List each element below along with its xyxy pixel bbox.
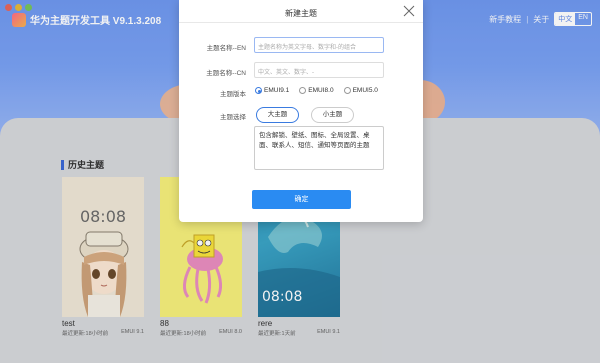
radio-icon: [343, 87, 351, 94]
version-option-emui80[interactable]: EMUI8.0: [299, 87, 334, 94]
version-option-emui50[interactable]: EMUI5.0: [343, 87, 378, 94]
version-option-emui91[interactable]: EMUI9.1: [255, 87, 289, 94]
small-theme-button[interactable]: 小主题: [311, 107, 354, 123]
version-label: 主题版本: [220, 91, 246, 98]
version-radio-group: EMUI9.1 EMUI8.0 EMUI5.0: [255, 87, 378, 94]
version-option-label: EMUI9.1: [264, 87, 290, 94]
close-icon[interactable]: [403, 5, 415, 17]
dialog-title: 新建主题: [285, 9, 317, 18]
name-cn-input[interactable]: 中文、英文、数字、-: [254, 62, 384, 78]
dialog-divider: [179, 22, 423, 23]
new-theme-dialog: 新建主题 主题名称--EN 主题名称为英文字母、数字和-的组合 主题名称--CN…: [179, 0, 423, 222]
name-en-input[interactable]: 主题名称为英文字母、数字和-的组合: [254, 37, 384, 53]
version-option-label: EMUI8.0: [308, 87, 334, 94]
confirm-button[interactable]: 确定: [252, 190, 351, 209]
theme-select-label: 主题选择: [220, 114, 246, 121]
app-window: 华为主题开发工具 V9.1.3.208 新手教程 | 关于 中文 EN 历史主题…: [0, 0, 600, 363]
name-cn-label: 主题名称--CN: [206, 70, 246, 77]
big-theme-button[interactable]: 大主题: [256, 107, 299, 123]
radio-icon: [299, 87, 307, 94]
version-option-label: EMUI5.0: [352, 87, 378, 94]
theme-description: 包含解锁、壁纸、图标、全局设置、桌面、联系人、短信、通知等页面的主题: [254, 126, 384, 170]
radio-selected-icon: [255, 87, 262, 94]
name-en-label: 主题名称--EN: [206, 45, 246, 52]
